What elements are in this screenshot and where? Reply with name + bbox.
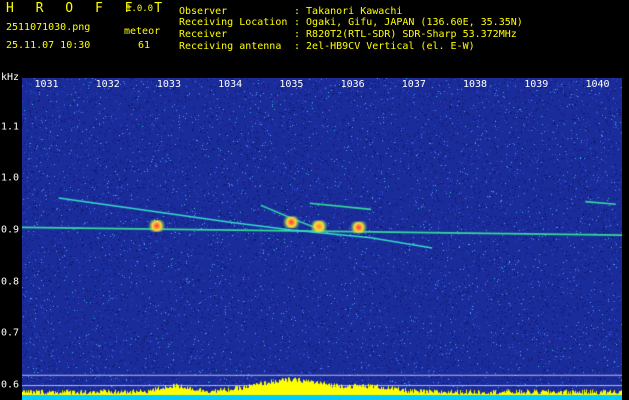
spectrogram — [22, 78, 622, 400]
antenna-value: : 2el-HB9CV Vertical (el. E-W) — [294, 41, 475, 52]
y-axis-unit: kHz — [1, 72, 20, 83]
x-tick-label: 1039 — [524, 79, 549, 90]
y-tick-label: 0.6 — [1, 379, 20, 391]
y-tick-label: 1.1 — [1, 121, 20, 133]
meteor-label: meteor — [124, 26, 161, 37]
x-tick-label: 1034 — [218, 79, 243, 90]
receiver-label: Receiver — [179, 29, 228, 40]
y-tick-label: 1.0 — [1, 172, 20, 184]
location-label: Receiving Location — [179, 17, 288, 28]
file-datetime: 25.11.07 10:30 — [6, 40, 91, 51]
x-tick-label: 1031 — [34, 79, 59, 90]
x-tick-label: 1038 — [463, 79, 488, 90]
x-tick-label: 1040 — [585, 79, 610, 90]
x-tick-label: 1037 — [401, 79, 426, 90]
meteor-count: 61 — [138, 40, 151, 51]
x-tick-label: 1033 — [156, 79, 181, 90]
receiver-value: : R820T2(RTL-SDR) SDR-Sharp 53.372MHz — [294, 29, 517, 40]
x-tick-label: 1032 — [95, 79, 120, 90]
y-tick-label: 0.7 — [1, 327, 20, 339]
location-value: : Ogaki, Gifu, JAPAN (136.60E, 35.35N) — [294, 17, 523, 28]
y-tick-label: 0.9 — [1, 224, 20, 236]
antenna-label: Receiving antenna — [179, 41, 282, 52]
x-tick-label: 1036 — [340, 79, 365, 90]
file-name: 2511071030.png — [6, 22, 91, 33]
app-version: 1.0.0 — [126, 4, 154, 14]
y-tick-label: 0.8 — [1, 276, 20, 287]
x-tick-label: 1035 — [279, 79, 304, 90]
